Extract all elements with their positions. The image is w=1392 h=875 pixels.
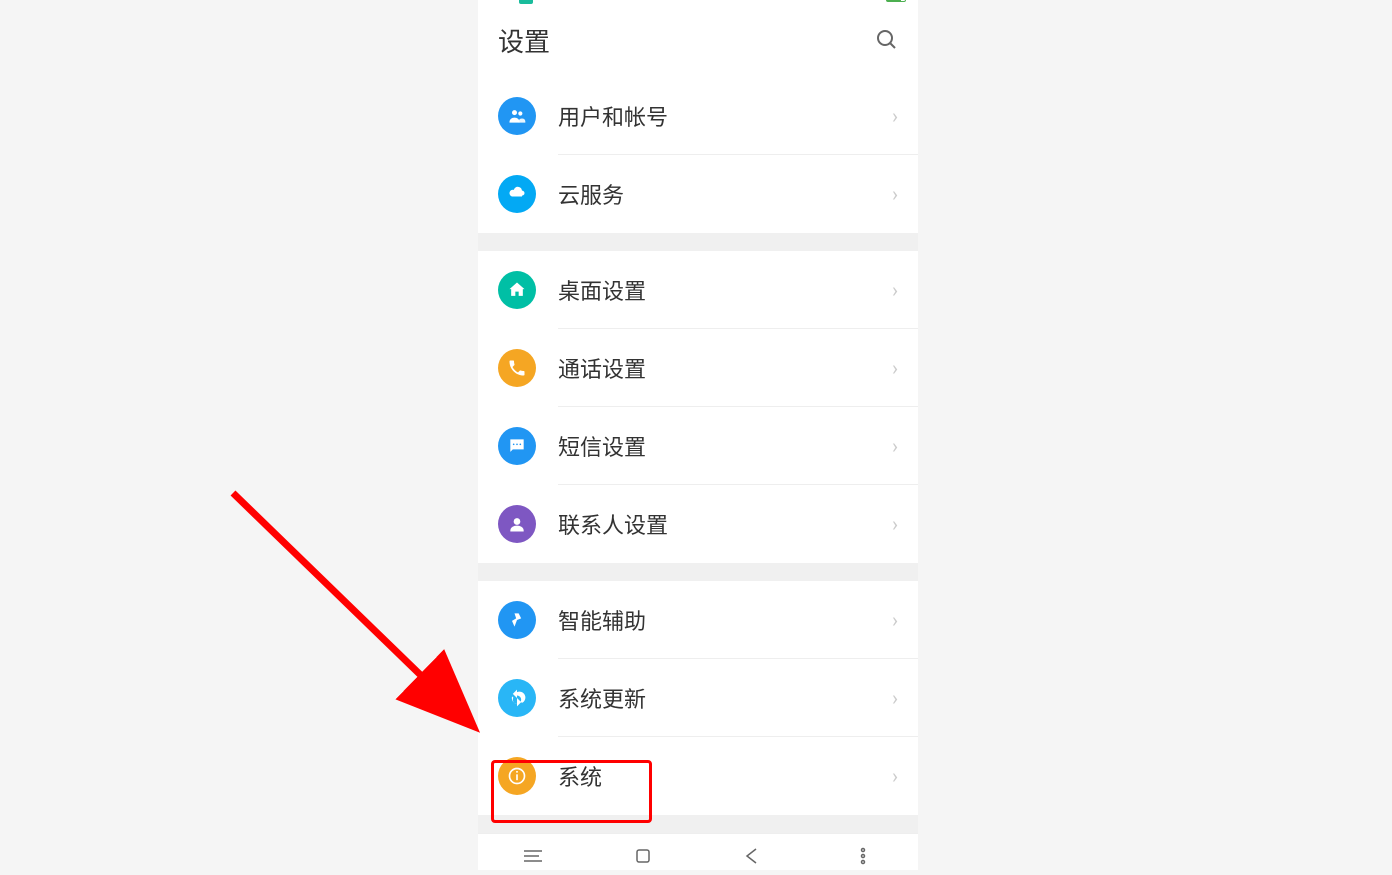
battery-icon [886,0,906,2]
chevron-right-icon: › [892,686,898,710]
row-label: 通话设置 [558,352,892,384]
nav-back-button[interactable] [739,846,767,866]
settings-section-device: 桌面设置 › 通话设置 › 短信设置 › 联系人设置 › [478,251,918,563]
nav-more-button[interactable] [849,846,877,866]
row-users-accounts[interactable]: 用户和帐号 › [478,77,918,155]
nav-menu-button[interactable] [519,846,547,866]
settings-section-system: 智能辅助 › 系统更新 › 系统 › [478,581,918,815]
status-app-icon [519,0,533,4]
chevron-right-icon: › [892,356,898,380]
row-label: 云服务 [558,178,892,210]
row-cloud-service[interactable]: 云服务 › [478,155,918,233]
row-label: 智能辅助 [558,604,892,636]
info-icon [498,757,536,795]
row-desktop-settings[interactable]: 桌面设置 › [478,251,918,329]
status-time: 10:04 [490,0,515,3]
home-icon [498,271,536,309]
chevron-right-icon: › [892,434,898,458]
search-icon[interactable] [874,27,898,55]
chevron-right-icon: › [892,608,898,632]
refresh-icon [498,679,536,717]
assist-icon [498,601,536,639]
nav-home-button[interactable] [629,846,657,866]
row-label: 短信设置 [558,430,892,462]
status-right: 3G 4G 79% [838,0,906,2]
cloud-icon [498,175,536,213]
row-label: 联系人设置 [558,508,892,540]
row-label: 用户和帐号 [558,100,892,132]
row-contacts-settings[interactable]: 联系人设置 › [478,485,918,563]
chevron-right-icon: › [892,278,898,302]
row-label: 系统更新 [558,682,892,714]
row-system[interactable]: 系统 › [478,737,918,815]
row-smart-assist[interactable]: 智能辅助 › [478,581,918,659]
settings-section-accounts: 用户和帐号 › 云服务 › [478,77,918,233]
row-sms-settings[interactable]: 短信设置 › [478,407,918,485]
phone-icon [498,349,536,387]
app-header: 设置 [478,4,918,77]
status-network: 3G 4G 79% [838,0,882,2]
row-label: 系统 [558,760,892,792]
chevron-right-icon: › [892,182,898,206]
users-icon [498,97,536,135]
row-call-settings[interactable]: 通话设置 › [478,329,918,407]
annotation-arrow [228,488,488,743]
message-icon [498,427,536,465]
chevron-right-icon: › [892,104,898,128]
chevron-right-icon: › [892,764,898,788]
chevron-right-icon: › [892,512,898,536]
row-label: 桌面设置 [558,274,892,306]
phone-screenshot: 10:04 3G 4G 79% 设置 用户和帐号 › [478,0,918,870]
row-system-update[interactable]: 系统更新 › [478,659,918,737]
page-title: 设置 [498,22,550,59]
navigation-bar [478,833,918,870]
contact-icon [498,505,536,543]
